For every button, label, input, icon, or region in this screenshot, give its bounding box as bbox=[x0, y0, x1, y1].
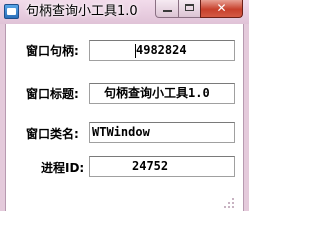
window-border-right bbox=[244, 24, 249, 211]
app-icon bbox=[4, 4, 19, 19]
handle-field[interactable]: 4982824 bbox=[89, 40, 235, 61]
handle-value: 4982824 bbox=[136, 43, 187, 57]
class-name-field[interactable]: WTWindow bbox=[89, 122, 235, 143]
process-id-field[interactable]: 24752 bbox=[89, 156, 235, 177]
window-title-field[interactable]: 句柄查询小工具1.0 bbox=[89, 83, 235, 104]
window-title-value: 句柄查询小工具1.0 bbox=[104, 86, 210, 100]
process-id-label: 进程ID: bbox=[41, 161, 85, 175]
minimize-icon bbox=[163, 10, 172, 12]
class-name-value: WTWindow bbox=[92, 125, 150, 139]
resize-grip[interactable] bbox=[223, 197, 235, 209]
window-title: 句柄查询小工具1.0 bbox=[26, 4, 138, 19]
handle-label: 窗口句柄: bbox=[26, 44, 79, 58]
close-icon: ✕ bbox=[216, 1, 227, 15]
maximize-icon bbox=[185, 4, 194, 11]
app-window: 句柄查询小工具1.0 ✕ 窗口句柄: 4982824 窗口标题: 句柄查询小工具… bbox=[0, 0, 249, 211]
text-caret bbox=[135, 44, 136, 58]
process-id-value: 24752 bbox=[132, 159, 169, 173]
client-area: 窗口句柄: 4982824 窗口标题: 句柄查询小工具1.0 窗口类名: WTW… bbox=[5, 24, 244, 211]
title-bar[interactable]: 句柄查询小工具1.0 ✕ bbox=[0, 0, 249, 24]
class-name-label: 窗口类名: bbox=[26, 127, 79, 141]
window-title-label: 窗口标题: bbox=[26, 87, 79, 101]
maximize-button[interactable] bbox=[178, 0, 201, 18]
minimize-button[interactable] bbox=[155, 0, 179, 18]
close-button[interactable]: ✕ bbox=[200, 0, 243, 18]
